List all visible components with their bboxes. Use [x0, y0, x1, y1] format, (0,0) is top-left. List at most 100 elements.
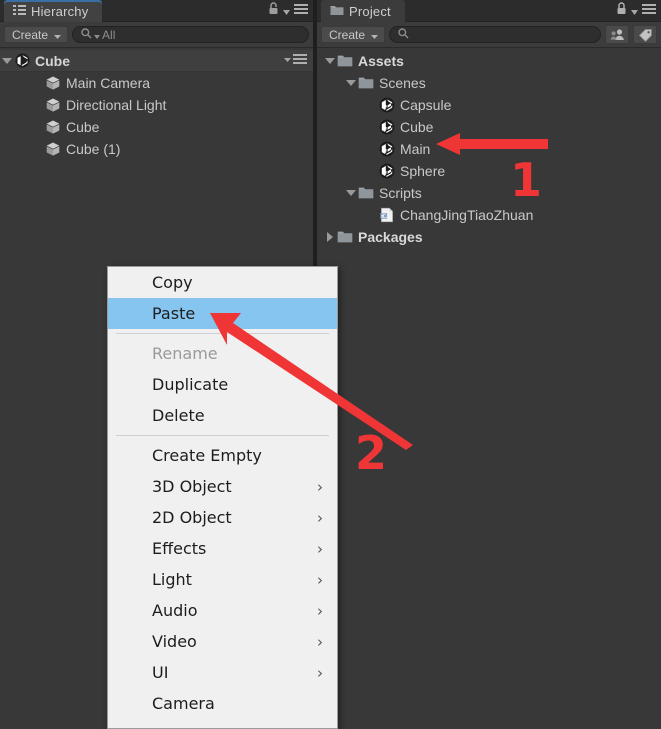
context-menu-item-light[interactable]: Light ›	[108, 564, 337, 595]
context-menu-item-label: Copy	[152, 273, 193, 292]
gameobject-cube-icon	[44, 141, 62, 157]
panel-menu-icon[interactable]	[294, 2, 308, 20]
foldout-expanded-icon[interactable]	[0, 54, 13, 67]
tab-project-label: Project	[349, 3, 391, 19]
project-tree-label: Capsule	[400, 97, 452, 113]
project-create-label: Create	[329, 27, 366, 42]
folder-icon	[357, 185, 375, 201]
project-tree-row[interactable]: Assets	[317, 50, 661, 72]
unity-scene-icon	[378, 141, 396, 157]
project-tree-label: ChangJingTiaoZhuan	[400, 207, 534, 223]
context-menu-item-duplicate[interactable]: Duplicate	[108, 369, 337, 400]
hierarchy-header-controls	[268, 0, 308, 22]
hierarchy-scene-row[interactable]: Cube	[0, 50, 313, 72]
project-tree-row[interactable]: Sphere	[317, 160, 661, 182]
label-tag-icon[interactable]	[633, 25, 657, 44]
annotation-number-2: 2	[355, 426, 388, 480]
hierarchy-item[interactable]: Directional Light	[0, 94, 313, 116]
svg-text:C#: C#	[380, 214, 387, 220]
unity-scene-icon	[378, 97, 396, 113]
unity-scene-icon	[378, 119, 396, 135]
chevron-down-icon	[371, 28, 379, 42]
chevron-right-icon: ›	[317, 601, 323, 620]
lock-icon[interactable]	[268, 2, 279, 20]
context-menu-item-ui[interactable]: UI ›	[108, 657, 337, 688]
context-menu-item-label: 2D Object	[152, 508, 232, 527]
project-header-controls	[616, 0, 656, 22]
chevron-right-icon: ›	[317, 508, 323, 527]
context-menu-item-label: Duplicate	[152, 375, 229, 394]
context-menu-item-create-empty[interactable]: Create Empty	[108, 440, 337, 471]
project-tree-label: Scripts	[379, 185, 422, 201]
context-menu-item-3d-object[interactable]: 3D Object ›	[108, 471, 337, 502]
project-tabbar: Project	[317, 0, 661, 22]
project-tree-row[interactable]: Scenes	[317, 72, 661, 94]
hierarchy-item[interactable]: Main Camera	[0, 72, 313, 94]
project-tree-row[interactable]: Main	[317, 138, 661, 160]
hierarchy-search-input[interactable]: All	[72, 26, 309, 43]
collab-icon[interactable]	[605, 25, 629, 44]
context-menu[interactable]: Copy Paste Rename Duplicate Delete Create Emp…	[107, 266, 338, 729]
context-menu-item-label: Audio	[152, 601, 198, 620]
panel-menu-icon[interactable]	[642, 2, 656, 20]
context-menu-item-paste[interactable]: Paste	[108, 298, 337, 329]
project-create-button[interactable]: Create	[321, 26, 386, 43]
context-menu-item-copy[interactable]: Copy	[108, 267, 337, 298]
project-tree-label: Packages	[358, 229, 423, 245]
project-search-input[interactable]	[389, 26, 601, 43]
project-tree-row[interactable]: Scripts	[317, 182, 661, 204]
hierarchy-tree: Cube Main Camera Directional Light Cube …	[0, 48, 313, 160]
hierarchy-item[interactable]: Cube (1)	[0, 138, 313, 160]
project-toolbar: Create	[317, 22, 661, 48]
folder-icon	[336, 53, 354, 69]
hierarchy-item-label: Main Camera	[66, 75, 151, 91]
project-tree-row[interactable]: Capsule	[317, 94, 661, 116]
context-menu-item-video[interactable]: Video ›	[108, 626, 337, 657]
chevron-right-icon: ›	[317, 539, 323, 558]
context-menu-item-label: Video	[152, 632, 197, 651]
chevron-right-icon: ›	[317, 570, 323, 589]
project-tree-label: Main	[400, 141, 431, 157]
csharp-script-icon: C#	[378, 207, 396, 223]
lock-icon[interactable]	[616, 2, 627, 20]
context-menu-item-label: Effects	[152, 539, 207, 558]
context-menu-item-label: UI	[152, 663, 169, 682]
context-menu-item-delete[interactable]: Delete	[108, 400, 337, 431]
project-tree-label: Sphere	[400, 163, 446, 179]
gameobject-cube-icon	[44, 97, 62, 113]
hierarchy-item[interactable]: Cube	[0, 116, 313, 138]
context-menu-item-label: 3D Object	[152, 477, 232, 496]
folder-icon	[336, 229, 354, 245]
gameobject-cube-icon	[44, 119, 62, 135]
unity-scene-icon	[378, 163, 396, 179]
hierarchy-create-button[interactable]: Create	[4, 26, 69, 43]
scene-menu-icon[interactable]	[284, 54, 307, 65]
project-tree-row[interactable]: Cube	[317, 116, 661, 138]
context-menu-item-label: Camera	[152, 694, 215, 713]
hierarchy-object-list: Main Camera Directional Light Cube Cube …	[0, 72, 313, 160]
project-tree-label: Assets	[358, 53, 404, 69]
foldout-expanded-icon[interactable]	[344, 77, 357, 90]
tab-project[interactable]: Project	[321, 0, 405, 22]
context-menu-item-label: Paste	[152, 304, 196, 323]
context-menu-item-label: Rename	[152, 344, 218, 363]
tab-hierarchy[interactable]: Hierarchy	[4, 0, 103, 22]
foldout-expanded-icon[interactable]	[323, 55, 336, 68]
context-menu-item-audio[interactable]: Audio ›	[108, 595, 337, 626]
project-tree-row[interactable]: C# ChangJingTiaoZhuan	[317, 204, 661, 226]
unity-editor-screenshot: Hierarchy Create All Cube Main Camera Di…	[0, 0, 661, 729]
hierarchy-toolbar: Create All	[0, 22, 313, 48]
foldout-collapsed-icon[interactable]	[323, 231, 336, 244]
context-menu-item-2d-object[interactable]: 2D Object ›	[108, 502, 337, 533]
context-menu-item-effects[interactable]: Effects ›	[108, 533, 337, 564]
hierarchy-item-label: Cube	[66, 119, 100, 135]
chevron-down-icon	[631, 2, 638, 20]
project-tree-row[interactable]: Packages	[317, 226, 661, 248]
context-menu-item-label: Create Empty	[152, 446, 262, 465]
chevron-right-icon: ›	[317, 663, 323, 682]
foldout-expanded-icon[interactable]	[344, 187, 357, 200]
hierarchy-list-icon	[13, 4, 26, 19]
chevron-down-icon[interactable]	[94, 28, 101, 42]
gameobject-cube-icon	[44, 75, 62, 91]
context-menu-item-camera[interactable]: Camera	[108, 688, 337, 719]
